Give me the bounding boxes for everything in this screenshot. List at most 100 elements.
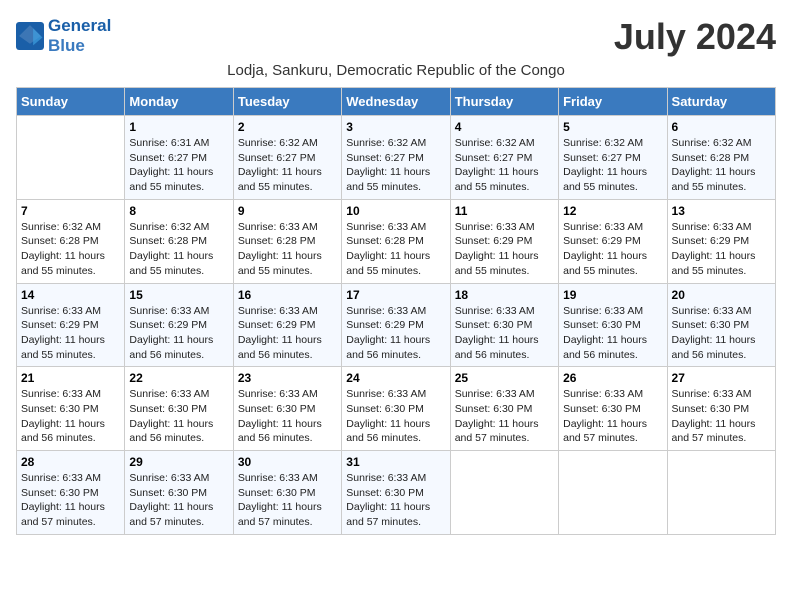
cell-details: Sunrise: 6:33 AMSunset: 6:30 PMDaylight:… (21, 387, 120, 446)
week-row-3: 14 Sunrise: 6:33 AMSunset: 6:29 PMDayligh… (17, 283, 776, 367)
cell-details: Sunrise: 6:33 AMSunset: 6:28 PMDaylight:… (238, 220, 337, 279)
day-number: 28 (21, 455, 120, 469)
cell-details: Sunrise: 6:32 AMSunset: 6:27 PMDaylight:… (563, 136, 662, 195)
header-day-thursday: Thursday (450, 88, 558, 116)
calendar-table: SundayMondayTuesdayWednesdayThursdayFrid… (16, 87, 776, 535)
day-number: 12 (563, 204, 662, 218)
day-number: 6 (672, 120, 771, 134)
day-number: 15 (129, 288, 228, 302)
week-row-2: 7 Sunrise: 6:32 AMSunset: 6:28 PMDaylight… (17, 199, 776, 283)
calendar-cell: 5 Sunrise: 6:32 AMSunset: 6:27 PMDaylight… (559, 116, 667, 200)
header-day-tuesday: Tuesday (233, 88, 341, 116)
day-number: 2 (238, 120, 337, 134)
header-day-sunday: Sunday (17, 88, 125, 116)
calendar-cell: 4 Sunrise: 6:32 AMSunset: 6:27 PMDaylight… (450, 116, 558, 200)
calendar-cell: 16 Sunrise: 6:33 AMSunset: 6:29 PMDayligh… (233, 283, 341, 367)
calendar-cell: 17 Sunrise: 6:33 AMSunset: 6:29 PMDayligh… (342, 283, 450, 367)
calendar-cell: 31Sunrise: 6:33 AMSunset: 6:30 PMDayligh… (342, 451, 450, 535)
day-number: 13 (672, 204, 771, 218)
calendar-cell: 30Sunrise: 6:33 AMSunset: 6:30 PMDayligh… (233, 451, 341, 535)
logo-icon (16, 22, 44, 50)
cell-details: Sunrise: 6:33 AMSunset: 6:30 PMDaylight:… (672, 304, 771, 363)
day-number: 23 (238, 371, 337, 385)
day-number: 4 (455, 120, 554, 134)
day-number: 9 (238, 204, 337, 218)
header-row: SundayMondayTuesdayWednesdayThursdayFrid… (17, 88, 776, 116)
cell-details: Sunrise: 6:33 AMSunset: 6:30 PMDaylight:… (129, 471, 228, 530)
cell-details: Sunrise: 6:33 AMSunset: 6:28 PMDaylight:… (346, 220, 445, 279)
header-day-wednesday: Wednesday (342, 88, 450, 116)
calendar-cell: 12Sunrise: 6:33 AMSunset: 6:29 PMDayligh… (559, 199, 667, 283)
cell-details: Sunrise: 6:33 AMSunset: 6:29 PMDaylight:… (21, 304, 120, 363)
cell-details: Sunrise: 6:32 AMSunset: 6:28 PMDaylight:… (129, 220, 228, 279)
calendar-cell (559, 451, 667, 535)
calendar-cell: 22Sunrise: 6:33 AMSunset: 6:30 PMDayligh… (125, 367, 233, 451)
calendar-cell: 7 Sunrise: 6:32 AMSunset: 6:28 PMDaylight… (17, 199, 125, 283)
day-number: 7 (21, 204, 120, 218)
calendar-cell (17, 116, 125, 200)
calendar-cell: 2 Sunrise: 6:32 AMSunset: 6:27 PMDaylight… (233, 116, 341, 200)
day-number: 5 (563, 120, 662, 134)
cell-details: Sunrise: 6:32 AMSunset: 6:27 PMDaylight:… (238, 136, 337, 195)
cell-details: Sunrise: 6:32 AMSunset: 6:27 PMDaylight:… (455, 136, 554, 195)
day-number: 3 (346, 120, 445, 134)
logo-text: General Blue (48, 16, 111, 56)
day-number: 17 (346, 288, 445, 302)
day-number: 25 (455, 371, 554, 385)
cell-details: Sunrise: 6:33 AMSunset: 6:30 PMDaylight:… (563, 304, 662, 363)
day-number: 30 (238, 455, 337, 469)
calendar-cell: 27 Sunrise: 6:33 AMSunset: 6:30 PMDayligh… (667, 367, 775, 451)
day-number: 11 (455, 204, 554, 218)
calendar-cell (667, 451, 775, 535)
calendar-cell: 20 Sunrise: 6:33 AMSunset: 6:30 PMDayligh… (667, 283, 775, 367)
calendar-cell: 21 Sunrise: 6:33 AMSunset: 6:30 PMDayligh… (17, 367, 125, 451)
cell-details: Sunrise: 6:33 AMSunset: 6:30 PMDaylight:… (563, 387, 662, 446)
week-row-1: 1Sunrise: 6:31 AMSunset: 6:27 PMDaylight… (17, 116, 776, 200)
calendar-cell: 14 Sunrise: 6:33 AMSunset: 6:29 PMDayligh… (17, 283, 125, 367)
week-row-4: 21 Sunrise: 6:33 AMSunset: 6:30 PMDayligh… (17, 367, 776, 451)
calendar-cell: 10Sunrise: 6:33 AMSunset: 6:28 PMDayligh… (342, 199, 450, 283)
calendar-cell: 29Sunrise: 6:33 AMSunset: 6:30 PMDayligh… (125, 451, 233, 535)
month-title: July 2024 (614, 16, 776, 58)
cell-details: Sunrise: 6:33 AMSunset: 6:29 PMDaylight:… (238, 304, 337, 363)
day-number: 14 (21, 288, 120, 302)
calendar-cell: 3 Sunrise: 6:32 AMSunset: 6:27 PMDaylight… (342, 116, 450, 200)
day-number: 27 (672, 371, 771, 385)
day-number: 24 (346, 371, 445, 385)
header: General Blue July 2024 (16, 16, 776, 58)
cell-details: Sunrise: 6:33 AMSunset: 6:30 PMDaylight:… (672, 387, 771, 446)
cell-details: Sunrise: 6:31 AMSunset: 6:27 PMDaylight:… (129, 136, 228, 195)
calendar-cell (450, 451, 558, 535)
day-number: 18 (455, 288, 554, 302)
calendar-cell: 6 Sunrise: 6:32 AMSunset: 6:28 PMDaylight… (667, 116, 775, 200)
day-number: 16 (238, 288, 337, 302)
day-number: 19 (563, 288, 662, 302)
day-number: 21 (21, 371, 120, 385)
calendar-cell: 25 Sunrise: 6:33 AMSunset: 6:30 PMDayligh… (450, 367, 558, 451)
cell-details: Sunrise: 6:33 AMSunset: 6:29 PMDaylight:… (455, 220, 554, 279)
cell-details: Sunrise: 6:33 AMSunset: 6:30 PMDaylight:… (455, 387, 554, 446)
week-row-5: 28 Sunrise: 6:33 AMSunset: 6:30 PMDayligh… (17, 451, 776, 535)
header-day-saturday: Saturday (667, 88, 775, 116)
cell-details: Sunrise: 6:33 AMSunset: 6:29 PMDaylight:… (346, 304, 445, 363)
calendar-cell: 13Sunrise: 6:33 AMSunset: 6:29 PMDayligh… (667, 199, 775, 283)
day-number: 20 (672, 288, 771, 302)
calendar-cell: 28 Sunrise: 6:33 AMSunset: 6:30 PMDayligh… (17, 451, 125, 535)
cell-details: Sunrise: 6:32 AMSunset: 6:28 PMDaylight:… (21, 220, 120, 279)
calendar-cell: 11 Sunrise: 6:33 AMSunset: 6:29 PMDayligh… (450, 199, 558, 283)
day-number: 26 (563, 371, 662, 385)
calendar-cell: 18Sunrise: 6:33 AMSunset: 6:30 PMDayligh… (450, 283, 558, 367)
calendar-cell: 15Sunrise: 6:33 AMSunset: 6:29 PMDayligh… (125, 283, 233, 367)
cell-details: Sunrise: 6:32 AMSunset: 6:27 PMDaylight:… (346, 136, 445, 195)
header-day-monday: Monday (125, 88, 233, 116)
location-title: Lodja, Sankuru, Democratic Republic of t… (16, 62, 776, 79)
cell-details: Sunrise: 6:32 AMSunset: 6:28 PMDaylight:… (672, 136, 771, 195)
calendar-cell: 9 Sunrise: 6:33 AMSunset: 6:28 PMDaylight… (233, 199, 341, 283)
cell-details: Sunrise: 6:33 AMSunset: 6:30 PMDaylight:… (129, 387, 228, 446)
calendar-cell: 1Sunrise: 6:31 AMSunset: 6:27 PMDaylight… (125, 116, 233, 200)
calendar-cell: 24Sunrise: 6:33 AMSunset: 6:30 PMDayligh… (342, 367, 450, 451)
cell-details: Sunrise: 6:33 AMSunset: 6:30 PMDaylight:… (21, 471, 120, 530)
calendar-cell: 26 Sunrise: 6:33 AMSunset: 6:30 PMDayligh… (559, 367, 667, 451)
calendar-cell: 23Sunrise: 6:33 AMSunset: 6:30 PMDayligh… (233, 367, 341, 451)
calendar-cell: 8Sunrise: 6:32 AMSunset: 6:28 PMDaylight… (125, 199, 233, 283)
